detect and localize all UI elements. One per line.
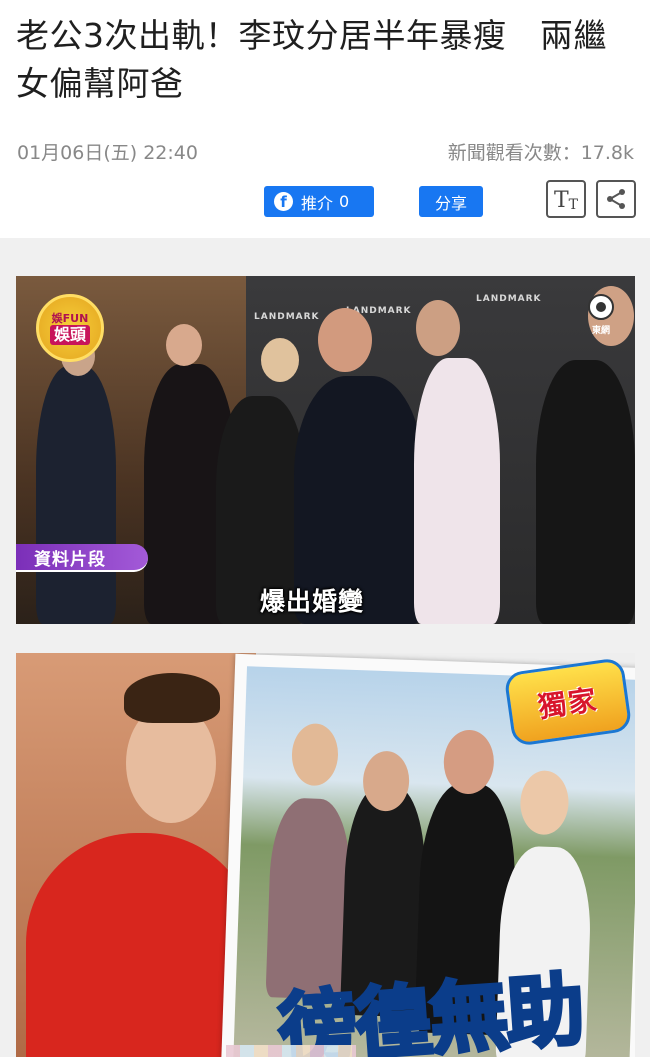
person-silhouette xyxy=(36,366,116,624)
share-icon xyxy=(607,189,625,209)
logo-top-text: 娛FUN xyxy=(51,311,89,325)
backdrop-text: LANDMARK xyxy=(476,294,542,304)
facebook-share-button[interactable]: 分享 xyxy=(419,186,483,217)
share-label: 分享 xyxy=(434,193,467,213)
backdrop-text: LANDMARK xyxy=(254,312,320,322)
share-options-button[interactable] xyxy=(596,180,636,218)
channel-logo-badge: 娛FUN 娛頭 xyxy=(36,294,104,362)
person-head xyxy=(166,324,202,366)
publish-date: 01月06日(五) 22:40 xyxy=(17,142,198,164)
person-head xyxy=(261,338,299,382)
logo-bottom-text: 娛頭 xyxy=(49,324,90,345)
article-body: LANDMARK LANDMARK LANDMARK 娛FUN 娛頭 東網 資料… xyxy=(0,238,650,1057)
blurred-watermark xyxy=(226,1045,356,1057)
news-photo-collage[interactable]: 獨家 徬徨無助 xyxy=(16,653,635,1057)
news-photo-red-carpet[interactable]: LANDMARK LANDMARK LANDMARK 娛FUN 娛頭 東網 資料… xyxy=(16,276,635,624)
person-head xyxy=(519,769,570,836)
archive-footage-tag: 資料片段 xyxy=(16,544,148,572)
facebook-icon: f xyxy=(274,192,293,211)
person-hair xyxy=(124,673,220,723)
font-size-big-icon: T xyxy=(553,188,569,213)
person-head xyxy=(290,722,340,787)
broadcaster-label: 東網 xyxy=(591,326,610,336)
font-size-small-icon: T xyxy=(568,197,579,213)
view-count: 新聞觀看次數：17.8k xyxy=(447,142,634,164)
person-head xyxy=(416,300,460,356)
exclusive-label: 獨家 xyxy=(536,682,601,725)
broadcaster-badge: 東網 xyxy=(587,294,615,340)
person-head xyxy=(442,729,495,795)
person-head xyxy=(318,308,372,372)
person-silhouette xyxy=(536,360,635,624)
article-title: 老公3次出軌！李玟分居半年暴瘦 兩繼女偏幫阿爸 xyxy=(16,16,607,103)
like-count: 0 xyxy=(339,192,350,211)
facebook-like-button[interactable]: f 推介 0 xyxy=(264,186,374,217)
person-silhouette xyxy=(414,358,500,624)
article-header: 老公3次出軌！李玟分居半年暴瘦 兩繼女偏幫阿爸 01月06日(五) 22:40 … xyxy=(0,0,650,238)
like-label: 推介 xyxy=(301,193,334,213)
person-red-dress xyxy=(26,833,256,1057)
broadcaster-logo-icon xyxy=(588,294,614,320)
photo-caption: 爆出婚變 xyxy=(260,587,365,616)
font-size-button[interactable]: T T xyxy=(546,180,586,218)
